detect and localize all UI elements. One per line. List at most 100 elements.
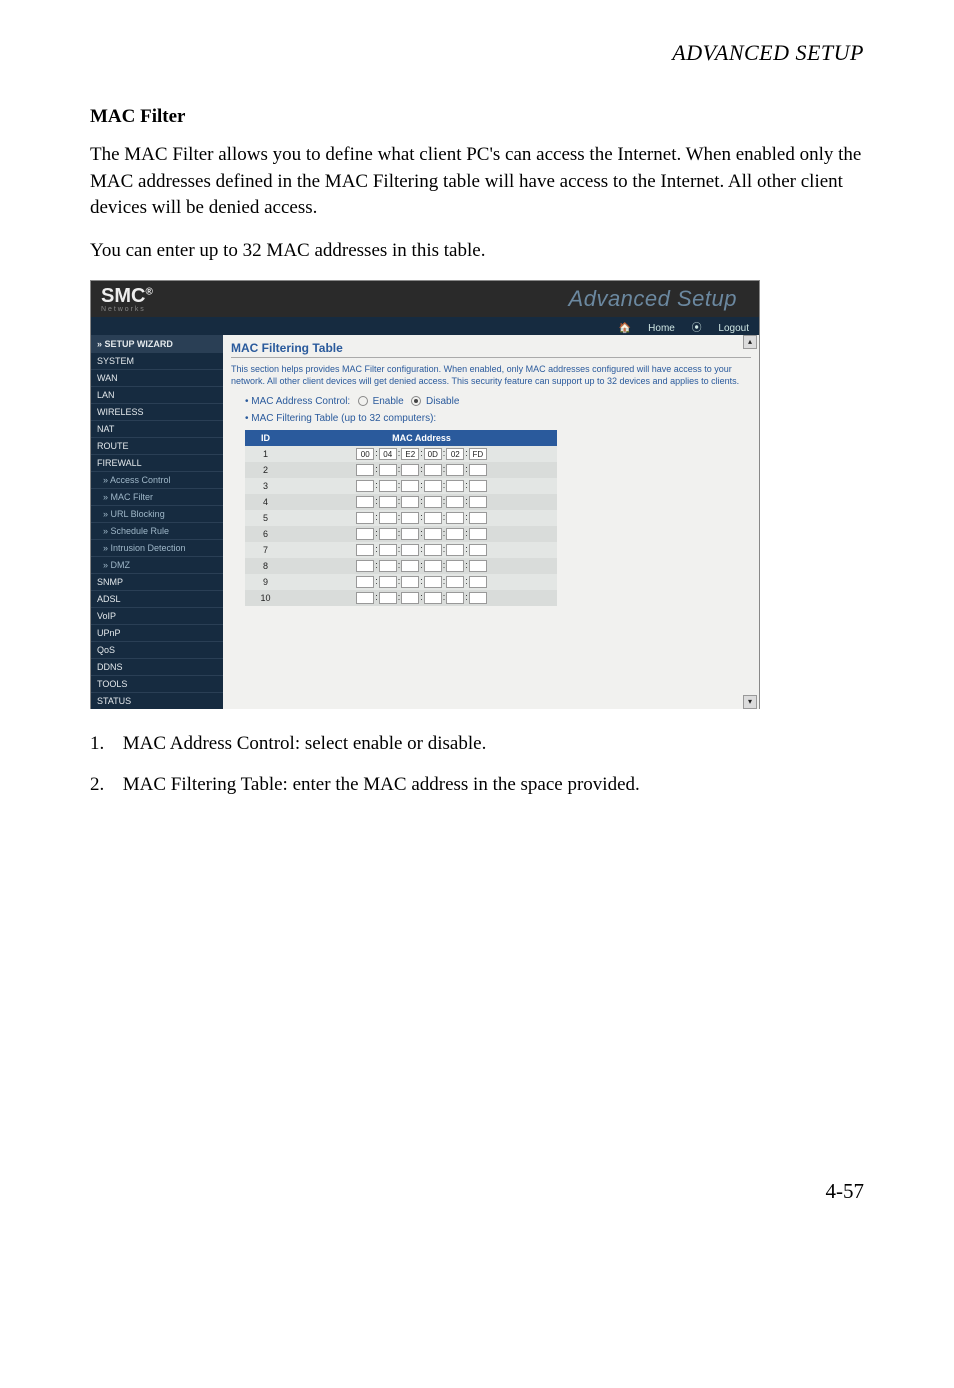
mac-octet-input[interactable] bbox=[356, 528, 374, 540]
sidebar-system[interactable]: SYSTEM bbox=[91, 352, 223, 369]
mac-octet-input[interactable]: 00 bbox=[356, 448, 374, 460]
mac-octet-input[interactable] bbox=[424, 512, 442, 524]
mac-octet-input[interactable] bbox=[379, 512, 397, 524]
sidebar-adsl[interactable]: ADSL bbox=[91, 590, 223, 607]
sidebar-status[interactable]: STATUS bbox=[91, 692, 223, 709]
mac-octet-input[interactable] bbox=[356, 576, 374, 588]
sidebar-qos[interactable]: QoS bbox=[91, 641, 223, 658]
mac-octet-input[interactable] bbox=[356, 592, 374, 604]
colon-separator: : bbox=[420, 544, 423, 554]
mac-octet-input[interactable] bbox=[446, 512, 464, 524]
sidebar-access-control[interactable]: » Access Control bbox=[91, 471, 223, 488]
sidebar-mac-filter[interactable]: » MAC Filter bbox=[91, 488, 223, 505]
mac-octet-input[interactable] bbox=[424, 496, 442, 508]
mac-octet-input[interactable] bbox=[356, 496, 374, 508]
mac-octet-input[interactable] bbox=[356, 544, 374, 556]
mac-octet-input[interactable]: 0D bbox=[424, 448, 442, 460]
mac-octet-input[interactable] bbox=[379, 592, 397, 604]
sidebar-lan[interactable]: LAN bbox=[91, 386, 223, 403]
mac-octet-input[interactable] bbox=[469, 544, 487, 556]
colon-separator: : bbox=[398, 544, 401, 554]
mac-octet-input[interactable] bbox=[379, 576, 397, 588]
mac-octet-input[interactable]: 04 bbox=[379, 448, 397, 460]
mac-octet-input[interactable]: E2 bbox=[401, 448, 419, 460]
mac-octet-input[interactable] bbox=[424, 528, 442, 540]
mac-octet-input[interactable] bbox=[446, 576, 464, 588]
sidebar-nat[interactable]: NAT bbox=[91, 420, 223, 437]
mac-octet-input[interactable] bbox=[469, 592, 487, 604]
mac-octet-input[interactable] bbox=[356, 464, 374, 476]
mac-octet-input[interactable] bbox=[446, 592, 464, 604]
mac-octet-input[interactable] bbox=[446, 560, 464, 572]
colon-separator: : bbox=[420, 480, 423, 490]
mac-octet-input[interactable] bbox=[379, 528, 397, 540]
mac-octet-input[interactable] bbox=[469, 528, 487, 540]
sidebar-wan[interactable]: WAN bbox=[91, 369, 223, 386]
home-link[interactable]: 🏠 Home bbox=[619, 323, 675, 334]
mac-octet-input[interactable]: FD bbox=[469, 448, 487, 460]
mac-octet-input[interactable]: 02 bbox=[446, 448, 464, 460]
sidebar-snmp[interactable]: SNMP bbox=[91, 573, 223, 590]
radio-enable[interactable] bbox=[358, 396, 368, 406]
scroll-up-button[interactable]: ▴ bbox=[743, 335, 757, 349]
mac-octet-input[interactable] bbox=[356, 512, 374, 524]
mac-octet-input[interactable] bbox=[424, 464, 442, 476]
sidebar-voip[interactable]: VoIP bbox=[91, 607, 223, 624]
mac-octet-input[interactable] bbox=[401, 544, 419, 556]
sidebar-route[interactable]: ROUTE bbox=[91, 437, 223, 454]
mac-octet-input[interactable] bbox=[379, 480, 397, 492]
colon-separator: : bbox=[375, 448, 378, 458]
logout-link[interactable]: ⦿ Logout bbox=[692, 323, 749, 334]
mac-octet-input[interactable] bbox=[401, 560, 419, 572]
sidebar-firewall[interactable]: FIREWALL bbox=[91, 454, 223, 471]
paragraph-intro: The MAC Filter allows you to define what… bbox=[90, 142, 864, 222]
mac-octet-input[interactable] bbox=[379, 544, 397, 556]
mac-octet-input[interactable] bbox=[469, 512, 487, 524]
sidebar-url-blocking[interactable]: » URL Blocking bbox=[91, 505, 223, 522]
table-row: 10::::: bbox=[245, 590, 557, 606]
mac-octet-input[interactable] bbox=[424, 576, 442, 588]
mac-octet-input[interactable] bbox=[424, 544, 442, 556]
sidebar-upnp[interactable]: UPnP bbox=[91, 624, 223, 641]
sidebar-dmz[interactable]: » DMZ bbox=[91, 556, 223, 573]
mac-octet-input[interactable] bbox=[469, 480, 487, 492]
mac-octet-input[interactable] bbox=[469, 464, 487, 476]
mac-octet-input[interactable] bbox=[401, 592, 419, 604]
mac-octet-input[interactable] bbox=[379, 496, 397, 508]
section-heading: MAC Filter bbox=[90, 106, 864, 128]
row-mac: ::::: bbox=[286, 510, 557, 526]
radio-disable[interactable] bbox=[411, 396, 421, 406]
list-item-2: 2. MAC Filtering Table: enter the MAC ad… bbox=[118, 772, 864, 799]
mac-octet-input[interactable] bbox=[356, 480, 374, 492]
mac-octet-input[interactable] bbox=[446, 544, 464, 556]
sidebar-intrusion[interactable]: » Intrusion Detection bbox=[91, 539, 223, 556]
mac-octet-input[interactable] bbox=[424, 560, 442, 572]
mac-octet-input[interactable] bbox=[379, 464, 397, 476]
row-id: 5 bbox=[245, 510, 286, 526]
sidebar-wireless[interactable]: WIRELESS bbox=[91, 403, 223, 420]
mac-octet-input[interactable] bbox=[469, 560, 487, 572]
mac-octet-input[interactable] bbox=[446, 464, 464, 476]
mac-octet-input[interactable] bbox=[469, 496, 487, 508]
mac-octet-input[interactable] bbox=[356, 560, 374, 572]
sidebar-ddns[interactable]: DDNS bbox=[91, 658, 223, 675]
mac-octet-input[interactable] bbox=[379, 560, 397, 572]
mac-octet-input[interactable] bbox=[401, 576, 419, 588]
mac-octet-input[interactable] bbox=[401, 496, 419, 508]
mac-octet-input[interactable] bbox=[401, 480, 419, 492]
brand: SMC® N e t w o r k s bbox=[101, 285, 569, 313]
sidebar-tools[interactable]: TOOLS bbox=[91, 675, 223, 692]
mac-octet-input[interactable] bbox=[401, 528, 419, 540]
mac-octet-input[interactable] bbox=[424, 480, 442, 492]
table-row: 8::::: bbox=[245, 558, 557, 574]
mac-octet-input[interactable] bbox=[469, 576, 487, 588]
mac-octet-input[interactable] bbox=[424, 592, 442, 604]
mac-octet-input[interactable] bbox=[446, 528, 464, 540]
scroll-down-button[interactable]: ▾ bbox=[743, 695, 757, 709]
sidebar-setup-wizard[interactable]: » SETUP WIZARD bbox=[91, 335, 223, 352]
mac-octet-input[interactable] bbox=[446, 496, 464, 508]
mac-octet-input[interactable] bbox=[401, 464, 419, 476]
mac-octet-input[interactable] bbox=[446, 480, 464, 492]
mac-octet-input[interactable] bbox=[401, 512, 419, 524]
sidebar-schedule-rule[interactable]: » Schedule Rule bbox=[91, 522, 223, 539]
